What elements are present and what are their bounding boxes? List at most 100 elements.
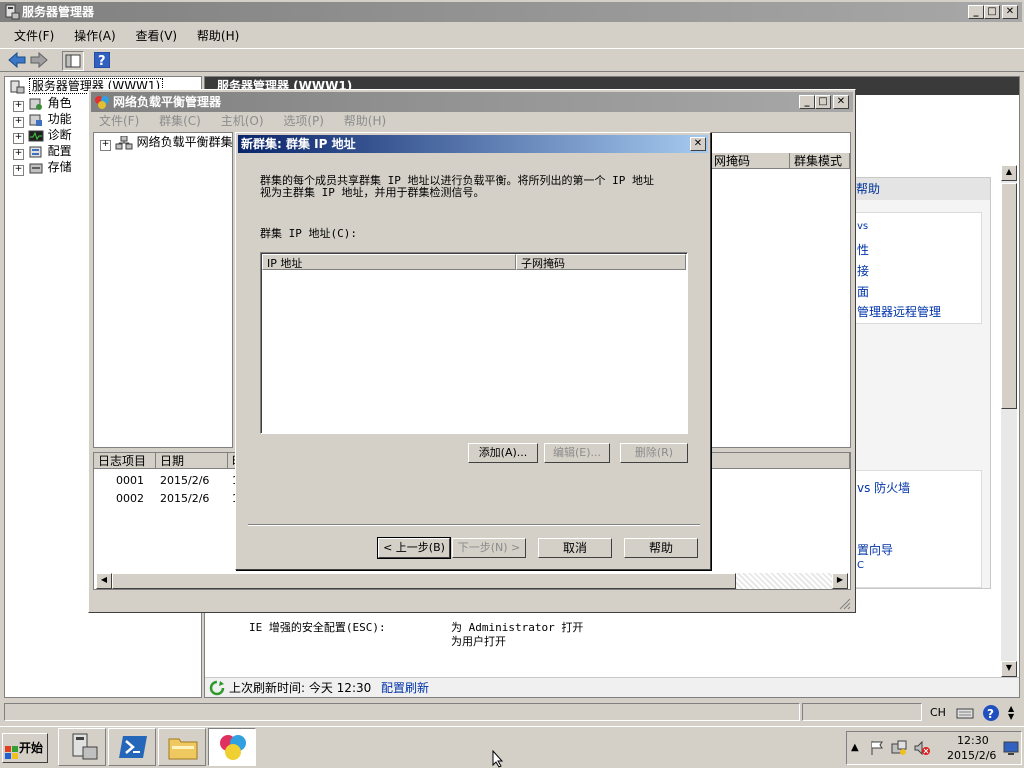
task-link-4[interactable]: 面 <box>857 283 869 300</box>
log-row-id: 0001 <box>116 474 144 487</box>
diagnostics-icon <box>28 129 44 143</box>
nlb-manager-titlebar[interactable]: 网络负载平衡管理器 <box>91 92 853 112</box>
tree-item-storage[interactable]: + 存储 <box>13 159 72 176</box>
nlb-close-button[interactable]: ✕ <box>833 95 849 109</box>
task-link-wizard[interactable]: 置向导 <box>857 541 893 558</box>
menu-help[interactable]: 帮助(H) <box>189 27 247 45</box>
dialog-description-line2: 视为主群集 IP 地址，并用于群集检测信号。 <box>260 186 485 199</box>
folder-icon <box>167 733 199 764</box>
tree-item-configuration[interactable]: + 配置 <box>13 143 72 160</box>
cluster-ip-listview[interactable]: IP 地址 子网掩码 <box>260 252 688 434</box>
nlb-maximize-button[interactable]: □ <box>815 95 831 109</box>
task-link-3[interactable]: 接 <box>857 262 869 279</box>
nlb-manager-icon <box>217 732 249 765</box>
server-manager-menubar: 文件(F) 操作(A) 查看(V) 帮助(H) <box>6 27 247 45</box>
close-button[interactable]: ✕ <box>1002 5 1018 19</box>
tree-item-diagnostics[interactable]: + 诊断 <box>13 127 72 144</box>
nlb-tree-pane: + 网络负载平衡群集 <box>93 132 233 448</box>
task-link-c[interactable]: C <box>857 560 864 571</box>
volume-muted-icon[interactable] <box>913 740 931 759</box>
language-help-icon[interactable]: ? <box>982 704 1000 725</box>
log-horizontal-scrollbar[interactable]: ◀ ▶ <box>96 573 848 589</box>
language-bar-options-icon[interactable]: ▲ ▼ <box>1008 705 1014 721</box>
configure-refresh-link[interactable]: 配置刷新 <box>381 678 429 698</box>
expand-icon[interactable]: + <box>13 165 24 176</box>
maximize-button[interactable]: □ <box>984 5 1000 19</box>
nlb-menu-file[interactable]: 文件(F) <box>91 112 147 130</box>
nlb-col-subnet-label: 网掩码 <box>714 154 751 168</box>
help-question-icon[interactable]: ? <box>93 51 111 71</box>
clock-date[interactable]: 2015/2/6 <box>947 749 996 762</box>
task-link-2[interactable]: 性 <box>857 241 869 258</box>
resize-grip-icon[interactable] <box>837 596 851 610</box>
tree-item-configuration-label: 配置 <box>47 144 72 158</box>
taskbar-nlb-manager[interactable] <box>208 728 256 766</box>
edit-button[interactable]: 编辑(E)... <box>544 443 610 463</box>
log-row-date: 2015/2/6 <box>160 474 210 487</box>
scroll-left-button[interactable]: ◀ <box>96 573 112 589</box>
taskbar-server-manager[interactable] <box>58 728 106 766</box>
minimize-button[interactable]: _ <box>968 5 984 19</box>
add-button[interactable]: 添加(A)... <box>468 443 538 463</box>
configuration-icon <box>28 145 44 159</box>
show-desktop-icon[interactable] <box>1003 740 1019 759</box>
taskbar-powershell[interactable] <box>108 728 156 766</box>
nlb-col-subnet[interactable]: 网掩码 <box>710 153 790 169</box>
tasks-help-label[interactable]: 帮助 <box>856 182 880 196</box>
task-link-1[interactable]: vs <box>857 221 868 232</box>
tree-item-features[interactable]: + 功能 <box>13 111 72 128</box>
server-manager-app-icon <box>4 4 20 20</box>
nlb-menu-cluster[interactable]: 群集(C) <box>151 112 209 130</box>
language-indicator[interactable]: CH <box>930 706 946 719</box>
col-ip-address[interactable]: IP 地址 <box>262 254 516 270</box>
nlb-manager-title: 网络负载平衡管理器 <box>113 95 222 109</box>
tree-item-roles[interactable]: + 角色 <box>13 95 72 112</box>
nlb-menu-options[interactable]: 选项(P) <box>275 112 332 130</box>
dialog-close-button[interactable]: ✕ <box>690 137 706 151</box>
refresh-bar: 上次刷新时间: 今天 12:30 配置刷新 <box>205 677 1019 697</box>
show-hidden-icons-icon[interactable]: ▲ <box>851 742 859 753</box>
nlb-menu-help[interactable]: 帮助(H) <box>336 112 394 130</box>
menu-file[interactable]: 文件(F) <box>6 27 62 45</box>
scroll-down-button[interactable]: ▼ <box>1001 661 1017 677</box>
show-hide-console-tree-icon[interactable] <box>62 51 84 71</box>
powershell-icon <box>117 733 149 764</box>
nlb-menubar: 文件(F) 群集(C) 主机(O) 选项(P) 帮助(H) <box>91 112 394 130</box>
taskbar-explorer[interactable] <box>158 728 206 766</box>
tree-item-features-label: 功能 <box>47 112 72 126</box>
clock-time[interactable]: 12:30 <box>957 734 989 747</box>
col-subnet-mask[interactable]: 子网掩码 <box>516 254 686 270</box>
action-center-flag-icon[interactable] <box>869 740 885 759</box>
nlb-col-mode[interactable]: 群集模式 <box>790 153 850 169</box>
task-link-remote-management[interactable]: 管理器远程管理 <box>857 303 941 320</box>
back-button[interactable]: < 上一步(B) <box>377 537 451 559</box>
keyboard-icon[interactable] <box>956 705 974 724</box>
task-link-firewall[interactable]: vs 防火墙 <box>857 479 910 496</box>
nlb-tree-item-clusters[interactable]: + 网络负载平衡群集 <box>100 134 233 151</box>
network-icon[interactable] <box>891 740 907 759</box>
start-button[interactable]: 开始 <box>2 733 48 763</box>
log-col-date[interactable]: 日期 <box>156 453 228 469</box>
nlb-minimize-button[interactable]: _ <box>799 95 815 109</box>
scroll-up-button[interactable]: ▲ <box>1001 165 1017 181</box>
remove-button[interactable]: 删除(R) <box>620 443 688 463</box>
dialog-titlebar[interactable]: 新群集: 群集 IP 地址 <box>238 135 708 153</box>
scroll-thumb[interactable] <box>112 573 736 589</box>
scroll-right-button[interactable]: ▶ <box>832 573 848 589</box>
nlb-menu-host[interactable]: 主机(O) <box>213 112 272 130</box>
roles-icon <box>28 97 44 111</box>
next-button[interactable]: 下一步(N) > <box>452 538 526 558</box>
server-manager-titlebar[interactable]: 服务器管理器 <box>0 2 1022 22</box>
menu-view[interactable]: 查看(V) <box>128 27 186 45</box>
menu-action[interactable]: 操作(A) <box>66 27 124 45</box>
cluster-ip-list-label: 群集 IP 地址(C): <box>260 227 357 240</box>
expand-icon[interactable]: + <box>100 140 111 151</box>
log-col-item[interactable]: 日志项目 <box>94 453 156 469</box>
help-button[interactable]: 帮助 <box>624 538 698 558</box>
forward-arrow-icon[interactable] <box>30 51 48 71</box>
back-arrow-icon[interactable] <box>8 51 26 71</box>
cancel-button[interactable]: 取消 <box>538 538 612 558</box>
dialog-divider <box>248 524 700 526</box>
scroll-thumb[interactable] <box>1001 183 1017 409</box>
details-vertical-scrollbar[interactable]: ▲ ▼ <box>1001 165 1017 677</box>
